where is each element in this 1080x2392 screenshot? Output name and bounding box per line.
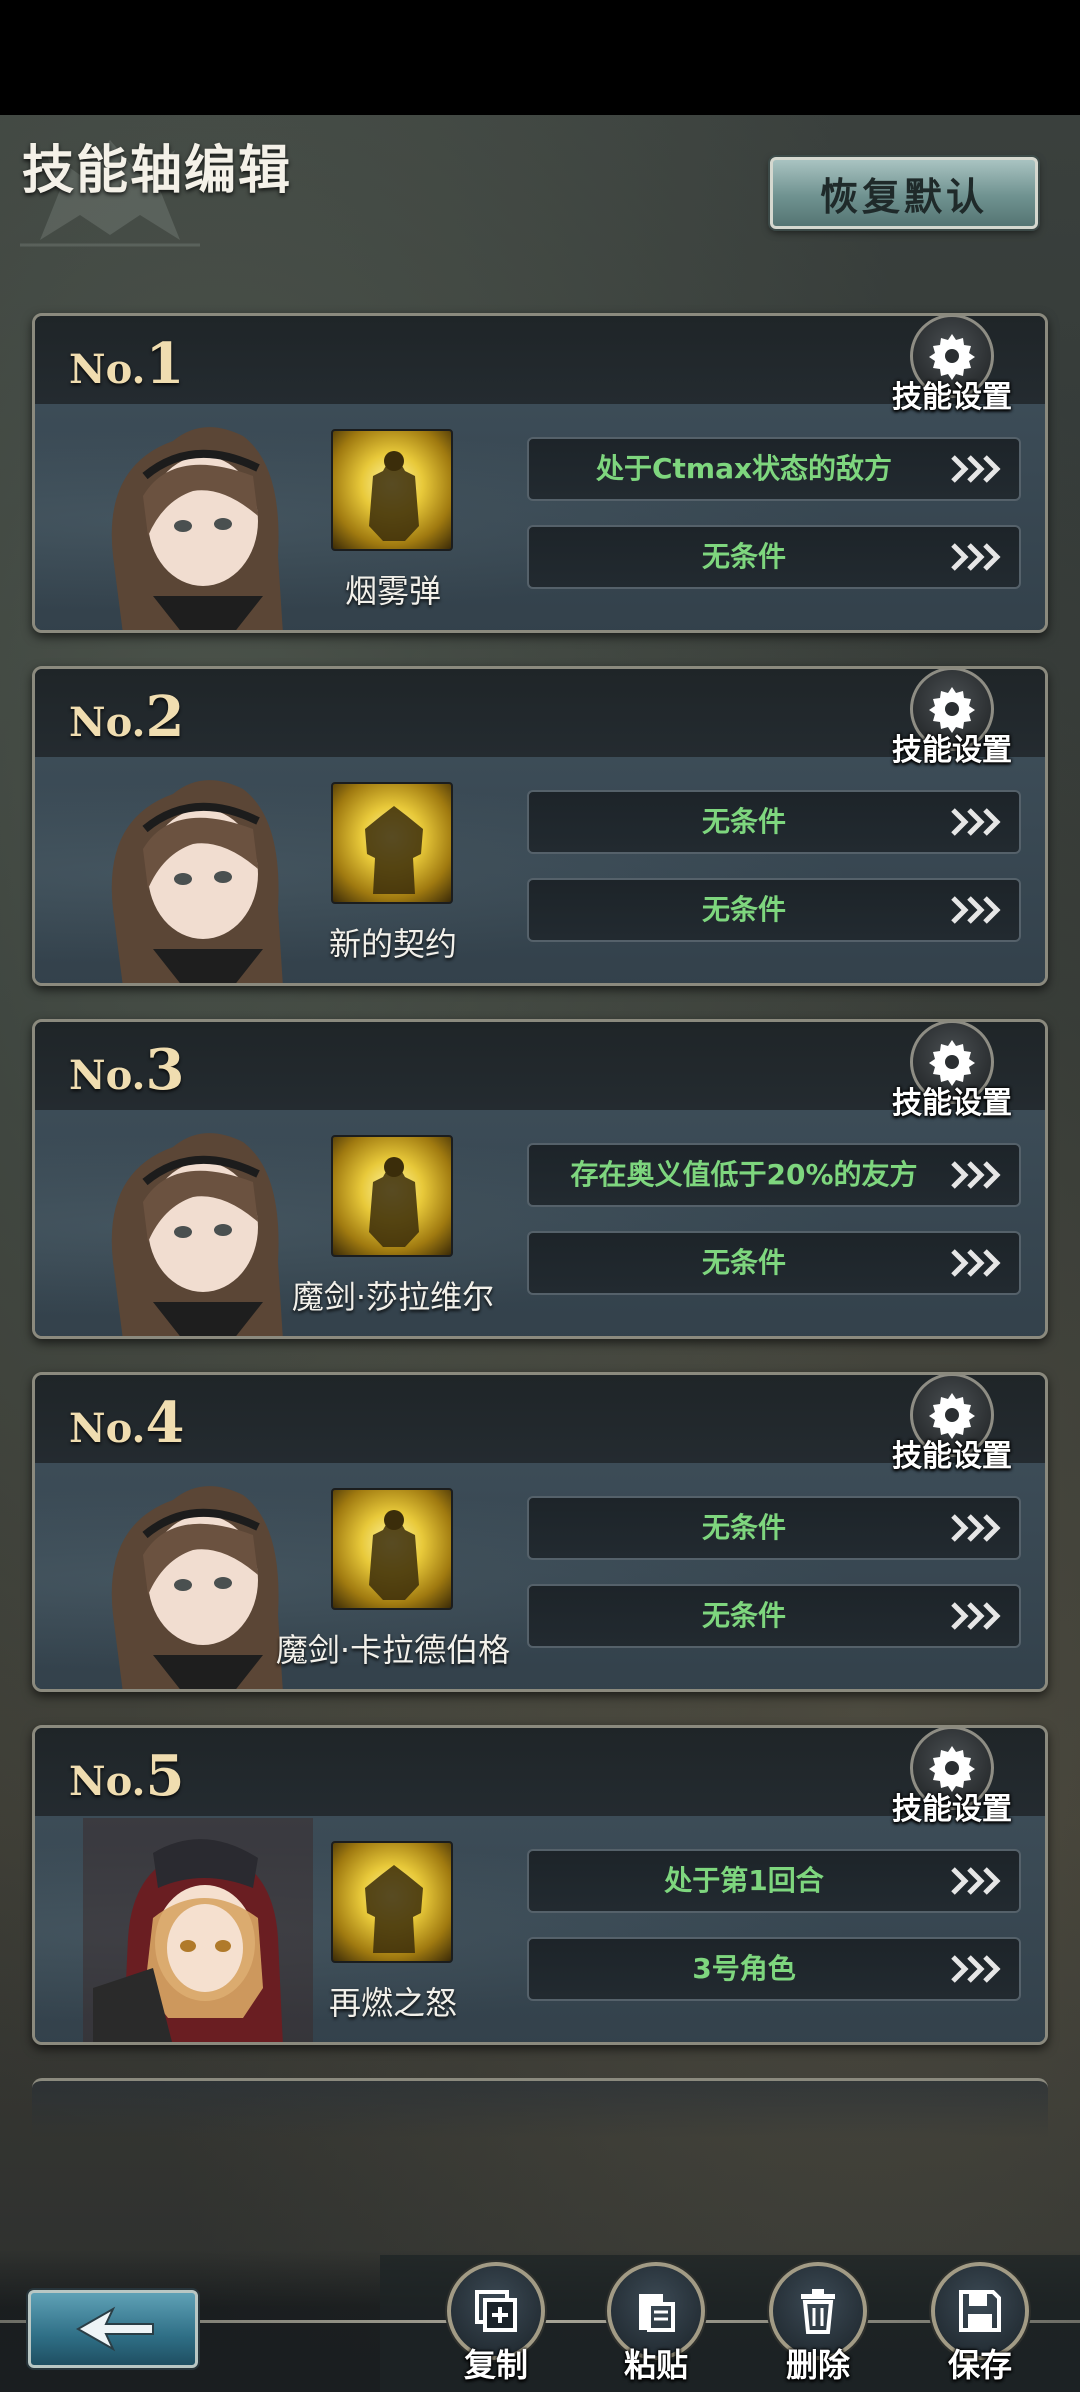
skill-settings-button[interactable]: 技能设置 xyxy=(887,669,1017,768)
save-label: 保存 xyxy=(947,2346,1012,2384)
skill-settings-button[interactable]: 技能设置 xyxy=(887,1022,1017,1121)
condition-1-text: 存在奥义值低于20%的友方 xyxy=(570,1158,918,1191)
triple-chevron-icon xyxy=(951,1249,1001,1277)
card-number: No.1 xyxy=(69,331,185,397)
condition-2-text: 无条件 xyxy=(701,1599,786,1632)
triple-chevron-icon xyxy=(951,808,1001,836)
skill-settings-label: 技能设置 xyxy=(892,1439,1012,1474)
card-number: No.5 xyxy=(69,1743,185,1809)
skill-name: 烟雾弹 xyxy=(344,572,441,610)
condition-2-text: 无条件 xyxy=(701,540,786,573)
paste-label: 粘贴 xyxy=(623,2346,688,2384)
condition-2-button[interactable]: 3号角色 xyxy=(527,1937,1021,2001)
triple-chevron-icon xyxy=(951,1161,1001,1189)
triple-chevron-icon xyxy=(951,543,1001,571)
condition-1-text: 处于第1回合 xyxy=(664,1864,824,1897)
condition-1-text: 处于Ctmax状态的敌方 xyxy=(595,452,893,485)
card-number: No.4 xyxy=(69,1390,185,1456)
condition-1-button[interactable]: 无条件 xyxy=(527,790,1021,854)
glowing-armored-figure-icon[interactable] xyxy=(331,1841,453,1963)
skill-settings-label: 技能设置 xyxy=(892,1792,1012,1827)
skill-card-2: No.2 技能设置 新的契约 无条件 无条件 xyxy=(32,666,1048,986)
glowing-armored-figure-icon[interactable] xyxy=(331,782,453,904)
skill-settings-label: 技能设置 xyxy=(892,733,1012,768)
triple-chevron-icon xyxy=(951,1514,1001,1542)
save-button[interactable]: 保存 xyxy=(927,2262,1033,2392)
triple-chevron-icon xyxy=(951,896,1001,924)
skill-card-1: No.1 技能设置 烟雾弹 处于Ctmax状态的敌方 无条件 xyxy=(32,313,1048,633)
skill-settings-button[interactable]: 技能设置 xyxy=(887,1728,1017,1827)
card-number: No.3 xyxy=(69,1037,185,1103)
triple-chevron-icon xyxy=(951,1955,1001,1983)
skill-settings-button[interactable]: 技能设置 xyxy=(887,1375,1017,1474)
skill-card-partial xyxy=(32,2078,1048,2138)
skill-settings-label: 技能设置 xyxy=(892,380,1012,415)
skill-name: 新的契约 xyxy=(328,925,457,963)
condition-1-text: 无条件 xyxy=(701,1511,786,1544)
reset-default-button[interactable]: 恢复默认 xyxy=(770,157,1038,229)
condition-2-button[interactable]: 无条件 xyxy=(527,878,1021,942)
condition-1-button[interactable]: 处于第1回合 xyxy=(527,1849,1021,1913)
skill-settings-button[interactable]: 技能设置 xyxy=(887,316,1017,415)
condition-1-button[interactable]: 无条件 xyxy=(527,1496,1021,1560)
skill-name: 魔剑·卡拉德伯格 xyxy=(275,1631,511,1669)
glowing-figure-icon[interactable] xyxy=(331,1135,453,1257)
condition-2-button[interactable]: 无条件 xyxy=(527,1231,1021,1295)
copy-button[interactable]: 复制 xyxy=(443,2262,549,2392)
condition-1-button[interactable]: 存在奥义值低于20%的友方 xyxy=(527,1143,1021,1207)
skill-settings-label: 技能设置 xyxy=(892,1086,1012,1121)
back-arrow-icon xyxy=(75,2306,154,2352)
page-title: 技能轴编辑 xyxy=(22,141,293,201)
skill-card-5: No.5 技能设置 再燃之怒 处于第1回合 3号角色 xyxy=(32,1725,1048,2045)
triple-chevron-icon xyxy=(951,1602,1001,1630)
glowing-figure-icon[interactable] xyxy=(331,429,453,551)
paste-button[interactable]: 粘贴 xyxy=(603,2262,709,2392)
condition-2-text: 无条件 xyxy=(701,1246,786,1279)
condition-1-text: 无条件 xyxy=(701,805,786,838)
delete-button[interactable]: 删除 xyxy=(765,2262,871,2392)
card-number: No.2 xyxy=(69,684,185,750)
skill-name: 魔剑·莎拉维尔 xyxy=(291,1278,495,1316)
skill-name: 再燃之怒 xyxy=(328,1984,457,2022)
copy-label: 复制 xyxy=(463,2346,528,2384)
status-bar xyxy=(0,0,1080,115)
back-button[interactable] xyxy=(28,2290,198,2368)
delete-label: 删除 xyxy=(785,2346,850,2384)
condition-1-button[interactable]: 处于Ctmax状态的敌方 xyxy=(527,437,1021,501)
condition-2-button[interactable]: 无条件 xyxy=(527,1584,1021,1648)
glowing-figure-icon[interactable] xyxy=(331,1488,453,1610)
triple-chevron-icon xyxy=(951,1867,1001,1895)
condition-2-text: 3号角色 xyxy=(692,1952,796,1985)
condition-2-button[interactable]: 无条件 xyxy=(527,525,1021,589)
triple-chevron-icon xyxy=(951,455,1001,483)
skill-card-3: No.3 技能设置 魔剑·莎拉维尔 存在奥义值低于20%的友方 无条件 xyxy=(32,1019,1048,1339)
skill-card-4: No.4 技能设置 魔剑·卡拉德伯格 无条件 无条件 xyxy=(32,1372,1048,1692)
condition-2-text: 无条件 xyxy=(701,893,786,926)
